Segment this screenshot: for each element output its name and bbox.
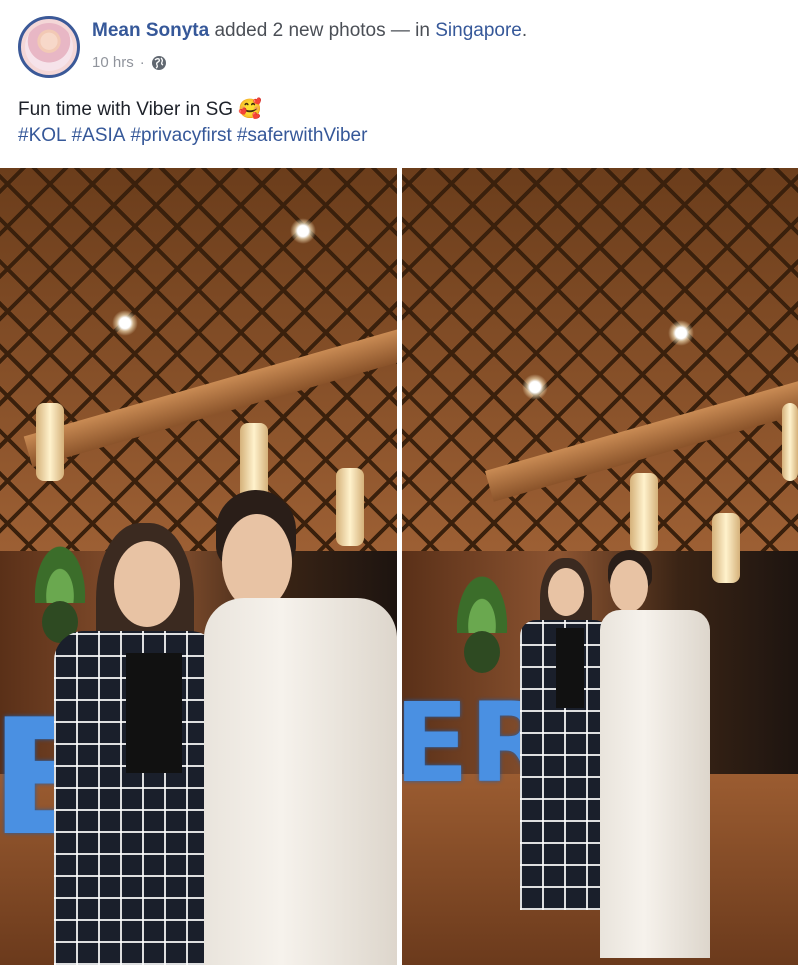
- ceiling-spotlight: [112, 310, 138, 336]
- post-title-line: Mean Sonyta added 2 new photos — in Sing…: [92, 20, 527, 42]
- lantern-lamp: [712, 513, 740, 583]
- hashtag-link[interactable]: #privacyfirst: [130, 125, 231, 146]
- globe-icon[interactable]: [151, 55, 167, 71]
- woman-figure: [520, 558, 610, 953]
- hashtag-link[interactable]: #KOL: [18, 125, 67, 146]
- author-name-link[interactable]: Mean Sonyta: [92, 20, 209, 41]
- lantern-lamp: [782, 403, 798, 481]
- post-photo-2[interactable]: ER: [402, 168, 798, 965]
- location-link[interactable]: Singapore: [435, 20, 522, 41]
- ceiling-spotlight: [668, 320, 694, 346]
- man-figure: [200, 490, 397, 965]
- lantern-lamp: [630, 473, 658, 551]
- hashtag-link[interactable]: #saferwithViber: [237, 125, 368, 146]
- hashtag-link[interactable]: #ASIA: [72, 125, 126, 146]
- woman-figure: [50, 523, 220, 965]
- lantern-lamp: [36, 403, 64, 481]
- post-meta: 10 hrs ·: [92, 54, 167, 71]
- meta-separator: ·: [139, 54, 145, 71]
- post-hashtags: #KOL #ASIA #privacyfirst #saferwithViber: [18, 121, 372, 151]
- facebook-post: Mean Sonyta added 2 new photos — in Sing…: [0, 0, 800, 969]
- post-action-text: added 2 new photos — in: [209, 20, 436, 41]
- post-photo-1[interactable]: ER: [0, 168, 397, 965]
- potted-plant: [450, 563, 514, 673]
- post-header: Mean Sonyta added 2 new photos — in Sing…: [18, 16, 788, 80]
- man-figure: [600, 550, 710, 958]
- author-avatar[interactable]: [18, 16, 80, 78]
- post-timestamp[interactable]: 10 hrs: [92, 54, 134, 71]
- post-action-period: .: [521, 20, 528, 41]
- ceiling-spotlight: [522, 374, 548, 400]
- avatar-image: [25, 23, 73, 71]
- ceiling-spotlight: [290, 218, 316, 244]
